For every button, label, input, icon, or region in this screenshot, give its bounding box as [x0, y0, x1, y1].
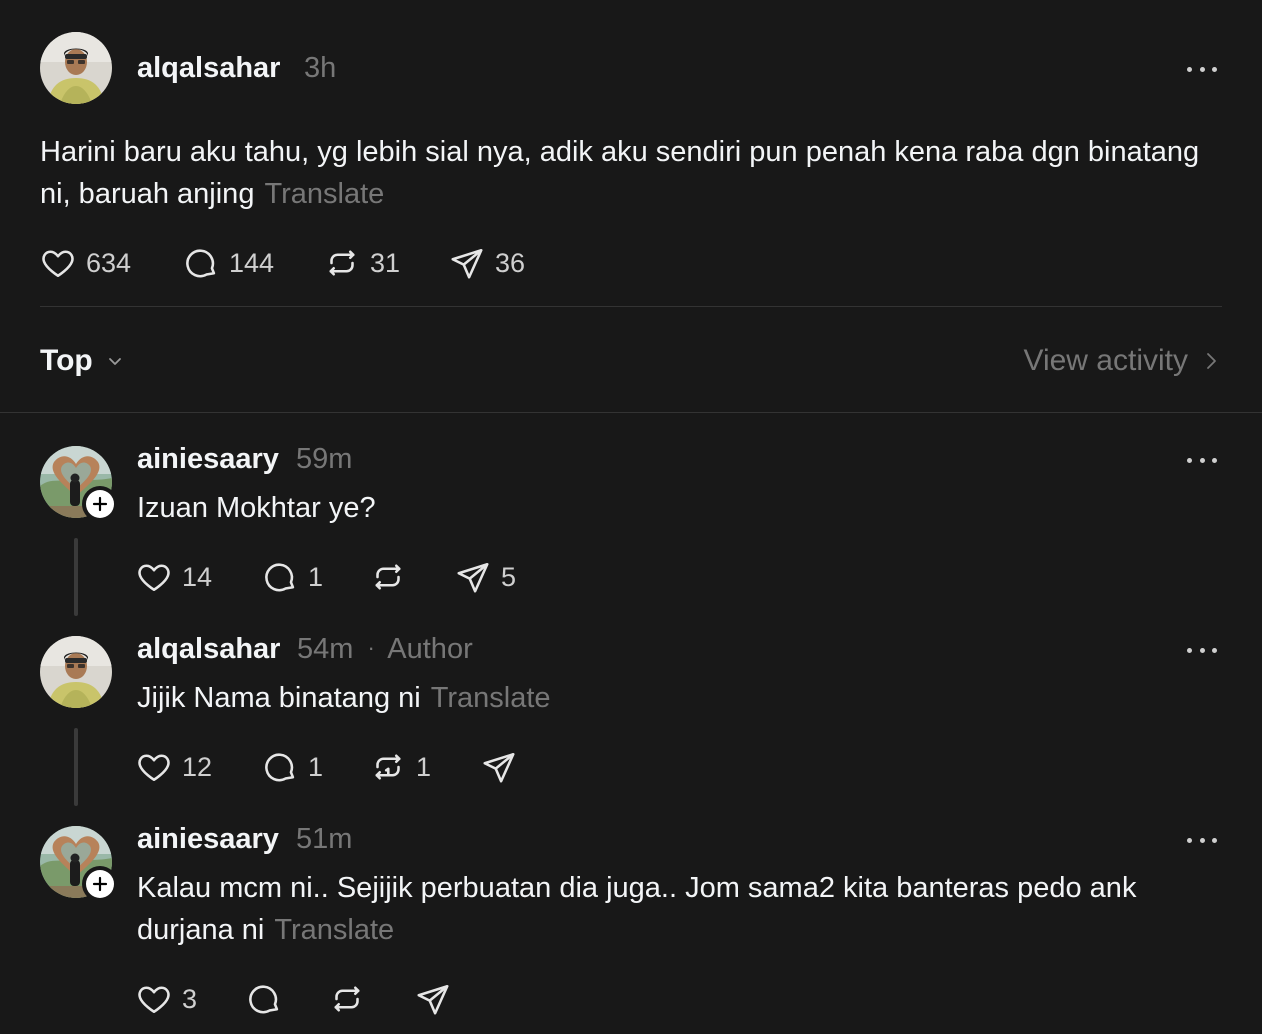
- heart-icon: [40, 245, 76, 281]
- repost-button[interactable]: 1: [370, 749, 431, 785]
- like-count: 3: [182, 983, 198, 1014]
- repost-icon: [329, 981, 365, 1017]
- like-button[interactable]: 14: [136, 559, 212, 595]
- more-horizontal-icon[interactable]: [1187, 63, 1217, 75]
- plus-icon: [91, 875, 109, 893]
- thread-line: [74, 538, 78, 616]
- comment-bubble-icon: [183, 245, 219, 281]
- repost-button[interactable]: 31: [324, 245, 400, 281]
- comment-count: 144: [229, 247, 275, 278]
- reply-text: Izuan Mokhtar ye?: [137, 487, 1197, 529]
- post-body: Harini baru aku tahu, yg lebih sial nya,…: [40, 136, 1200, 210]
- share-count: 36: [495, 247, 526, 278]
- reply-text: Jijik Nama binatang ni Translate: [137, 677, 1197, 719]
- avatar-image: [40, 32, 112, 104]
- like-button[interactable]: 634: [40, 245, 131, 281]
- more-horizontal-icon[interactable]: [1187, 834, 1217, 846]
- chevron-right-icon: [1207, 353, 1216, 369]
- avatar-image: [40, 636, 112, 708]
- repost-icon: [370, 749, 406, 785]
- reply-username[interactable]: ainiesaary: [137, 823, 279, 856]
- like-button[interactable]: 12: [136, 749, 212, 785]
- send-icon: [415, 981, 451, 1017]
- meta-separator: ·: [367, 635, 375, 660]
- translate-link[interactable]: Translate: [264, 178, 384, 210]
- reply-username[interactable]: ainiesaary: [137, 443, 279, 476]
- like-count: 14: [182, 561, 213, 592]
- post-time: 3h: [304, 52, 337, 84]
- send-icon: [481, 749, 517, 785]
- comment-count: 1: [308, 561, 324, 592]
- comment-count: 1: [308, 751, 324, 782]
- reply-avatar[interactable]: [40, 636, 112, 708]
- follow-button[interactable]: [82, 486, 118, 522]
- plus-icon: [91, 495, 109, 513]
- heart-icon: [136, 981, 172, 1017]
- more-horizontal-icon[interactable]: [1187, 454, 1217, 466]
- repost-button[interactable]: [329, 981, 365, 1017]
- comment-button[interactable]: 144: [183, 245, 274, 281]
- sort-dropdown[interactable]: Top: [40, 340, 125, 382]
- author-badge: Author: [387, 633, 473, 665]
- view-activity-link[interactable]: View activity: [1023, 340, 1222, 382]
- share-button[interactable]: [481, 749, 517, 785]
- more-horizontal-icon[interactable]: [1187, 644, 1217, 656]
- comment-button[interactable]: [246, 981, 282, 1017]
- translate-link[interactable]: Translate: [274, 914, 394, 946]
- reply-body: Jijik Nama binatang ni: [137, 682, 421, 714]
- repost-icon: [324, 245, 360, 281]
- reply-time: 51m: [296, 823, 353, 855]
- reply-body: Izuan Mokhtar ye?: [137, 492, 376, 524]
- like-count: 634: [86, 247, 132, 278]
- repost-count: 1: [416, 751, 432, 782]
- reply-text: Kalau mcm ni.. Sejijik perbuatan dia jug…: [137, 867, 1202, 951]
- thread-line: [74, 728, 78, 806]
- post-username[interactable]: alqalsahar: [137, 52, 280, 85]
- post-text: Harini baru aku tahu, yg lebih sial nya,…: [40, 131, 1200, 215]
- sort-label: Top: [40, 344, 93, 377]
- divider: [40, 306, 1222, 307]
- comment-button[interactable]: 1: [262, 749, 323, 785]
- repost-button[interactable]: [370, 559, 406, 595]
- share-count: 5: [501, 561, 517, 592]
- share-button[interactable]: 36: [449, 245, 525, 281]
- repost-icon: [370, 559, 406, 595]
- send-icon: [449, 245, 485, 281]
- section-divider: [0, 412, 1262, 413]
- chevron-down-icon: [108, 358, 121, 365]
- follow-button[interactable]: [82, 866, 118, 902]
- post-avatar[interactable]: [40, 32, 112, 104]
- heart-icon: [136, 559, 172, 595]
- reply-meta: 54m · Author: [297, 633, 473, 666]
- comment-button[interactable]: 1: [262, 559, 323, 595]
- comment-bubble-icon: [246, 981, 282, 1017]
- share-button[interactable]: [415, 981, 451, 1017]
- like-count: 12: [182, 751, 213, 782]
- send-icon: [455, 559, 491, 595]
- repost-count: 31: [370, 247, 401, 278]
- reply-time: 59m: [296, 443, 353, 475]
- share-button[interactable]: 5: [455, 559, 516, 595]
- like-button[interactable]: 3: [136, 981, 197, 1017]
- translate-link[interactable]: Translate: [431, 682, 551, 714]
- view-activity-label: View activity: [1023, 344, 1188, 377]
- heart-icon: [136, 749, 172, 785]
- reply-username[interactable]: alqalsahar: [137, 633, 280, 666]
- reply-time: 54m: [297, 633, 354, 665]
- comment-bubble-icon: [262, 749, 298, 785]
- comment-bubble-icon: [262, 559, 298, 595]
